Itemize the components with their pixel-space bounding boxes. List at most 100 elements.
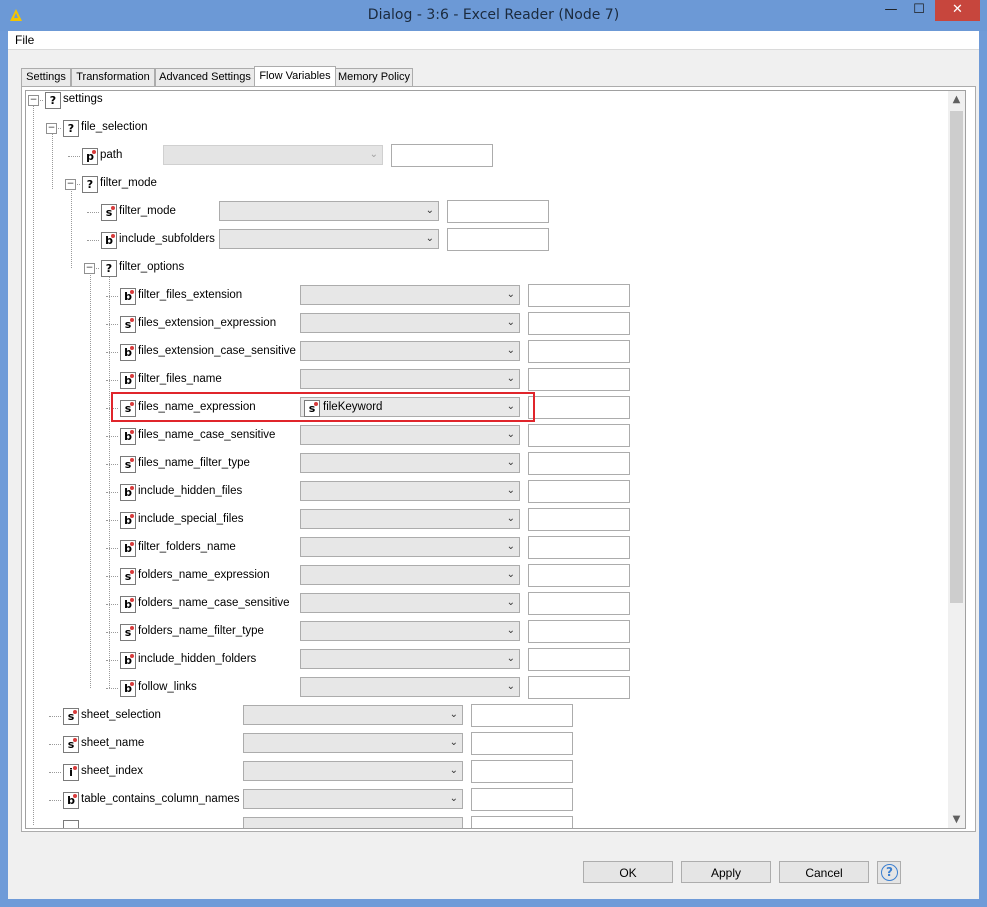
flow-variable-select[interactable]: ⌄: [300, 537, 520, 557]
tree-connector-line: [106, 464, 118, 465]
tree-connector-line: [106, 548, 118, 549]
collapse-toggle-icon[interactable]: −: [46, 123, 57, 134]
chevron-down-icon[interactable]: ⌄: [507, 513, 515, 524]
chevron-down-icon[interactable]: ⌄: [370, 149, 378, 160]
tree-node-label: folders_name_filter_type: [138, 625, 264, 637]
chevron-down-icon[interactable]: ⌄: [507, 569, 515, 580]
new-variable-name-field[interactable]: [528, 452, 630, 475]
chevron-down-icon[interactable]: ⌄: [507, 541, 515, 552]
flow-variable-select[interactable]: ⌄: [243, 761, 463, 781]
flow-variable-select[interactable]: ⌄: [300, 621, 520, 641]
tree-connector-line: [106, 632, 118, 633]
chevron-down-icon[interactable]: ⌄: [507, 597, 515, 608]
new-variable-name-field[interactable]: [528, 424, 630, 447]
new-variable-name-field[interactable]: [528, 480, 630, 503]
flow-variable-select[interactable]: ⌄: [300, 425, 520, 445]
new-variable-name-field[interactable]: [391, 144, 493, 167]
flow-variable-select[interactable]: ⌄: [243, 789, 463, 809]
new-variable-name-field[interactable]: [528, 564, 630, 587]
chevron-down-icon[interactable]: ⌄: [507, 289, 515, 300]
tree-node-label: folders_name_case_sensitive: [138, 597, 290, 609]
flow-variable-select[interactable]: [243, 817, 463, 828]
new-variable-name-field[interactable]: [471, 704, 573, 727]
maximize-button[interactable]: ☐: [906, 0, 932, 21]
ok-button[interactable]: OK: [583, 861, 673, 883]
scroll-thumb[interactable]: [950, 111, 963, 603]
flow-variable-select[interactable]: ⌄: [300, 341, 520, 361]
new-variable-name-field[interactable]: [528, 368, 630, 391]
new-variable-name-field[interactable]: [447, 228, 549, 251]
flow-variable-select[interactable]: ⌄: [243, 705, 463, 725]
new-variable-name-field[interactable]: [528, 620, 630, 643]
tree-node-label: filter_mode: [119, 205, 176, 217]
chevron-down-icon[interactable]: ⌄: [426, 205, 434, 216]
chevron-down-icon[interactable]: ⌄: [507, 429, 515, 440]
new-variable-name-field[interactable]: [528, 536, 630, 559]
menu-file[interactable]: File: [15, 33, 34, 47]
scroll-down-arrow-icon[interactable]: ▼: [948, 811, 965, 828]
type-dot-icon: [130, 626, 134, 630]
collapse-toggle-icon[interactable]: −: [28, 95, 39, 106]
collapse-toggle-icon[interactable]: −: [65, 179, 76, 190]
flow-variable-select[interactable]: ⌄: [300, 313, 520, 333]
chevron-down-icon[interactable]: ⌄: [507, 373, 515, 384]
chevron-down-icon[interactable]: ⌄: [507, 625, 515, 636]
new-variable-name-field[interactable]: [471, 760, 573, 783]
settings-tree[interactable]: −? settings −? file_selection p path ⌄ −? filter…: [25, 90, 950, 829]
chevron-down-icon[interactable]: ⌄: [507, 485, 515, 496]
apply-button[interactable]: Apply: [681, 861, 771, 883]
flow-variable-select[interactable]: ⌄: [300, 593, 520, 613]
tab-settings[interactable]: Settings: [21, 68, 71, 87]
new-variable-name-field[interactable]: [528, 284, 630, 307]
scroll-up-arrow-icon[interactable]: ▲: [948, 91, 965, 108]
minimize-button[interactable]: —: [878, 0, 904, 21]
help-button[interactable]: ?: [877, 861, 901, 884]
collapse-toggle-icon[interactable]: −: [84, 263, 95, 274]
new-variable-name-field[interactable]: [471, 788, 573, 811]
chevron-down-icon[interactable]: ⌄: [507, 653, 515, 664]
type-b-icon: b: [63, 792, 79, 809]
tree-connector-line: [49, 772, 61, 773]
type-b-icon: b: [120, 288, 136, 305]
tree-connector-line: [71, 189, 72, 268]
flow-variable-select[interactable]: ⌄: [300, 649, 520, 669]
chevron-down-icon[interactable]: ⌄: [507, 681, 515, 692]
chevron-down-icon[interactable]: ⌄: [507, 345, 515, 356]
flow-variable-select[interactable]: ⌄: [300, 481, 520, 501]
tab-flow-variables[interactable]: Flow Variables: [254, 66, 336, 88]
chevron-down-icon[interactable]: ⌄: [426, 233, 434, 244]
flow-variable-select[interactable]: ⌄: [300, 565, 520, 585]
chevron-down-icon[interactable]: ⌄: [450, 793, 458, 804]
chevron-down-icon[interactable]: ⌄: [450, 765, 458, 776]
close-button[interactable]: ✕: [935, 0, 980, 21]
flow-variable-select[interactable]: ⌄: [219, 201, 439, 221]
new-variable-name-field[interactable]: [471, 816, 573, 828]
flow-variable-select[interactable]: ⌄: [300, 369, 520, 389]
new-variable-name-field[interactable]: [528, 396, 630, 419]
flow-variable-select[interactable]: ⌄: [300, 677, 520, 697]
new-variable-name-field[interactable]: [528, 312, 630, 335]
cancel-button[interactable]: Cancel: [779, 861, 869, 883]
new-variable-name-field[interactable]: [447, 200, 549, 223]
tab-memory-policy[interactable]: Memory Policy: [335, 68, 413, 87]
flow-variable-select[interactable]: ⌄: [300, 453, 520, 473]
flow-variable-select[interactable]: ⌄: [243, 733, 463, 753]
new-variable-name-field[interactable]: [528, 592, 630, 615]
tree-connector-line: [106, 604, 118, 605]
vertical-scrollbar[interactable]: ▲ ▼: [948, 90, 966, 829]
new-variable-name-field[interactable]: [528, 340, 630, 363]
tab-transformation[interactable]: Transformation: [71, 68, 155, 87]
new-variable-name-field[interactable]: [528, 676, 630, 699]
title-bar[interactable]: Dialog - 3:6 - Excel Reader (Node 7) — ☐…: [0, 0, 987, 31]
flow-variable-select[interactable]: ⌄: [300, 285, 520, 305]
chevron-down-icon[interactable]: ⌄: [507, 317, 515, 328]
flow-variable-select[interactable]: ⌄: [219, 229, 439, 249]
chevron-down-icon[interactable]: ⌄: [507, 457, 515, 468]
flow-variable-select[interactable]: ⌄: [300, 509, 520, 529]
new-variable-name-field[interactable]: [528, 508, 630, 531]
new-variable-name-field[interactable]: [528, 648, 630, 671]
new-variable-name-field[interactable]: [471, 732, 573, 755]
chevron-down-icon[interactable]: ⌄: [450, 709, 458, 720]
chevron-down-icon[interactable]: ⌄: [450, 737, 458, 748]
tab-advanced-settings[interactable]: Advanced Settings: [155, 68, 255, 87]
